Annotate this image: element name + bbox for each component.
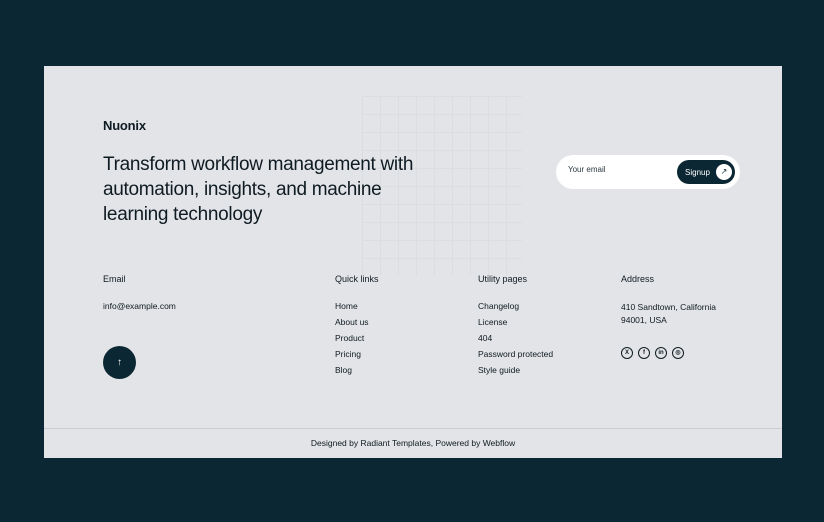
utility-link-style-guide[interactable]: Style guide <box>478 365 553 375</box>
newsletter-form: Signup ↗ <box>556 155 740 189</box>
quick-link-home[interactable]: Home <box>335 301 379 311</box>
footer-credits: Designed by Radiant Templates, Powered b… <box>310 438 516 448</box>
brand-logo[interactable]: Nuonix <box>103 118 146 133</box>
email-input[interactable] <box>568 165 668 174</box>
utility-pages-title: Utility pages <box>478 274 528 284</box>
back-to-top-button[interactable]: ↑ <box>103 346 136 379</box>
facebook-icon[interactable]: f <box>638 347 650 359</box>
quick-links-column: Quick links Home About us Product Pricin… <box>335 274 379 381</box>
signup-button[interactable]: Signup ↗ <box>677 160 735 184</box>
footer-divider <box>44 428 782 429</box>
quick-link-pricing[interactable]: Pricing <box>335 349 379 359</box>
utility-link-404[interactable]: 404 <box>478 333 553 343</box>
quick-links-title: Quick links <box>335 274 379 284</box>
email-column: Email info@example.com <box>103 274 176 317</box>
quick-link-product[interactable]: Product <box>335 333 379 343</box>
x-icon[interactable]: X <box>621 347 633 359</box>
email-title: Email <box>103 274 126 284</box>
signup-label: Signup <box>685 167 710 177</box>
address-column: Address 410 Sandtown, California 94001, … <box>621 274 731 359</box>
utility-link-license[interactable]: License <box>478 317 553 327</box>
arrow-up-icon: ↑ <box>117 357 122 368</box>
address-text: 410 Sandtown, California 94001, USA <box>621 302 716 325</box>
utility-link-changelog[interactable]: Changelog <box>478 301 553 311</box>
quick-link-blog[interactable]: Blog <box>335 365 379 375</box>
instagram-icon[interactable]: ◎ <box>672 347 684 359</box>
email-link[interactable]: info@example.com <box>103 301 176 311</box>
social-links: X f in ◎ <box>621 347 731 359</box>
utility-pages-column: Utility pages Changelog License 404 Pass… <box>478 274 553 381</box>
arrow-up-right-icon: ↗ <box>716 164 732 180</box>
footer-panel: Nuonix Transform workflow management wit… <box>44 66 782 458</box>
quick-link-about[interactable]: About us <box>335 317 379 327</box>
footer-headline: Transform workflow management with autom… <box>103 154 414 225</box>
utility-link-password[interactable]: Password protected <box>478 349 553 359</box>
linkedin-icon[interactable]: in <box>655 347 667 359</box>
address-title: Address <box>621 274 655 284</box>
